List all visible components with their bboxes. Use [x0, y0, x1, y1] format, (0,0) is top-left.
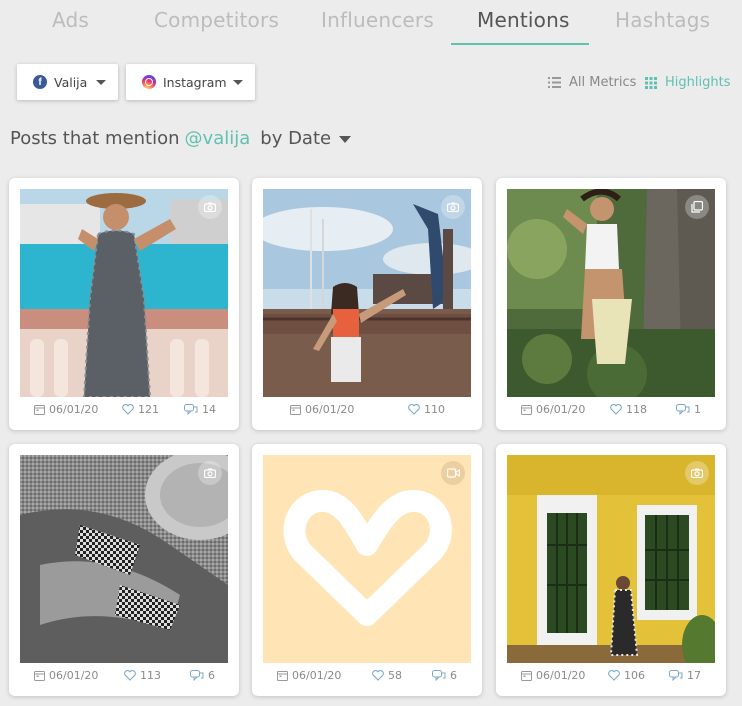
heart-icon — [408, 404, 420, 415]
post-image — [20, 455, 228, 663]
chevron-down-icon — [233, 80, 243, 85]
post-date: 06/01/20 — [290, 403, 354, 416]
camera-icon — [441, 195, 465, 219]
active-tab-indicator — [451, 43, 589, 45]
post-card[interactable]: 06/01/20 58 6 — [252, 444, 482, 696]
comment-icon — [432, 670, 446, 681]
post-comments: 6 — [190, 669, 215, 682]
facebook-icon: f — [33, 75, 47, 89]
instagram-account-dropdown[interactable]: Instagram — [126, 64, 255, 100]
section-title: Posts that mention @valija by Date — [10, 128, 352, 149]
post-stats: 06/01/20 58 6 — [252, 669, 482, 687]
highlights-toggle[interactable]: Highlights — [645, 75, 730, 90]
camera-icon — [685, 461, 709, 485]
heart-icon — [122, 404, 134, 415]
calendar-icon — [521, 405, 532, 415]
post-stats: 06/01/20 106 17 — [496, 669, 726, 687]
post-likes: 58 — [372, 669, 402, 682]
heart-icon — [608, 670, 620, 681]
post-image — [507, 189, 715, 397]
comment-icon — [669, 670, 683, 681]
video-icon — [441, 461, 465, 485]
calendar-icon — [277, 671, 288, 681]
post-image — [507, 455, 715, 663]
grid-icon — [645, 76, 657, 89]
post-comments: 6 — [432, 669, 457, 682]
instagram-account-label: Instagram — [163, 74, 227, 90]
instagram-icon — [142, 75, 156, 89]
calendar-icon — [521, 671, 532, 681]
facebook-account-label: Valija — [54, 74, 88, 90]
post-stats: 06/01/20 118 1 — [496, 403, 726, 421]
post-likes: 118 — [610, 403, 647, 416]
calendar-icon — [34, 671, 45, 681]
heart-icon — [610, 404, 622, 415]
sort-chevron-down-icon[interactable] — [339, 136, 352, 143]
post-likes: 121 — [122, 403, 159, 416]
post-date: 06/01/20 — [34, 669, 98, 682]
calendar-icon — [34, 405, 45, 415]
section-title-prefix: Posts that mention — [10, 128, 180, 149]
tab-bar: Ads Competitors Influencers Mentions Has… — [0, 0, 742, 46]
heart-icon — [372, 670, 384, 681]
post-stats: 06/01/20 113 6 — [9, 669, 239, 687]
post-likes: 106 — [608, 669, 645, 682]
post-card[interactable]: 06/01/20 113 6 — [9, 444, 239, 696]
chevron-down-icon — [96, 80, 106, 85]
post-comments: 17 — [669, 669, 701, 682]
post-date: 06/01/20 — [521, 403, 585, 416]
post-date: 06/01/20 — [277, 669, 341, 682]
post-stats: 06/01/20 121 14 — [9, 403, 239, 421]
camera-icon — [198, 195, 222, 219]
calendar-icon — [290, 405, 301, 415]
comment-icon — [676, 404, 690, 415]
camera-icon — [198, 461, 222, 485]
post-card[interactable]: 06/01/20 121 14 — [9, 178, 239, 430]
post-stats: 06/01/20 110 — [252, 403, 482, 421]
heart-icon — [124, 670, 136, 681]
tab-hashtags[interactable]: Hashtags — [615, 8, 710, 32]
post-comments: 14 — [184, 403, 216, 416]
post-image — [263, 189, 471, 397]
tab-mentions[interactable]: Mentions — [477, 8, 570, 32]
tab-ads[interactable]: Ads — [52, 8, 89, 32]
post-comments: 1 — [676, 403, 701, 416]
post-date: 06/01/20 — [34, 403, 98, 416]
post-likes: 110 — [408, 403, 445, 416]
post-card[interactable]: 06/01/20 118 1 — [496, 178, 726, 430]
facebook-account-dropdown[interactable]: f Valija — [17, 64, 118, 100]
sort-by-label[interactable]: by Date — [260, 128, 331, 149]
tab-influencers[interactable]: Influencers — [321, 8, 434, 32]
mention-handle: @valija — [184, 128, 251, 149]
all-metrics-toggle[interactable]: All Metrics — [548, 75, 636, 90]
highlights-label: Highlights — [665, 75, 731, 90]
post-image-placeholder — [263, 455, 471, 663]
list-icon — [548, 77, 561, 88]
comment-icon — [190, 670, 204, 681]
all-metrics-label: All Metrics — [569, 75, 637, 90]
comment-icon — [184, 404, 198, 415]
tab-competitors[interactable]: Competitors — [154, 8, 279, 32]
post-likes: 113 — [124, 669, 161, 682]
carousel-icon — [685, 195, 709, 219]
post-image — [20, 189, 228, 397]
post-date: 06/01/20 — [521, 669, 585, 682]
post-card[interactable]: 06/01/20 110 — [252, 178, 482, 430]
post-card[interactable]: 06/01/20 106 17 — [496, 444, 726, 696]
